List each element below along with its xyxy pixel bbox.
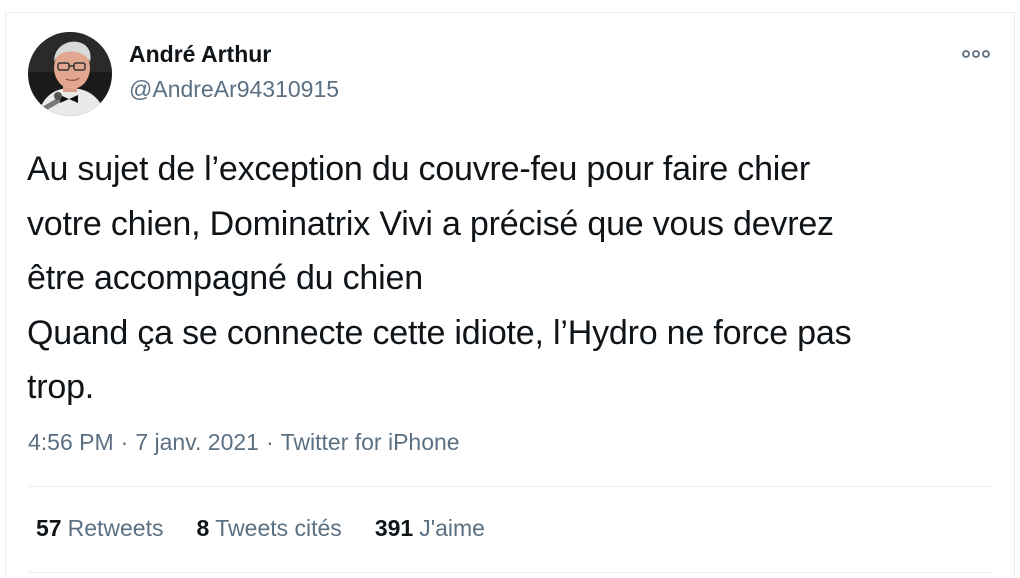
- tweet-source[interactable]: Twitter for iPhone: [281, 429, 460, 455]
- meta-separator: ·: [120, 429, 129, 455]
- tweet-text-line: trop.: [27, 368, 95, 406]
- tweet-metadata: 4:56 PM · 7 janv. 2021 · Twitter for iPhone: [28, 428, 460, 456]
- display-name[interactable]: André Arthur: [129, 40, 271, 68]
- retweets-count: 57: [36, 515, 62, 541]
- divider: [28, 572, 993, 573]
- meta-separator: ·: [265, 429, 274, 455]
- quote-tweets-label: Tweets cités: [215, 515, 342, 541]
- tweet-time[interactable]: 4:56 PM: [28, 429, 114, 455]
- tweet-text-line: Au sujet de l’exception du couvre-feu po…: [27, 150, 810, 188]
- user-handle[interactable]: @AndreAr94310915: [129, 75, 339, 103]
- likes-label: J'aime: [419, 515, 485, 541]
- divider: [28, 486, 993, 487]
- likes-count: 391: [374, 515, 414, 541]
- tweet-date[interactable]: 7 janv. 2021: [135, 429, 259, 455]
- quote-tweets-stat[interactable]: 8 Tweets cités: [196, 514, 341, 542]
- more-horizontal-icon: [962, 50, 990, 58]
- retweets-label: Retweets: [67, 515, 164, 541]
- tweet-text-line: être accompagné du chien: [27, 259, 423, 297]
- tweet-stats: 57 Retweets 8 Tweets cités 391 J'aime: [36, 514, 518, 542]
- tweet-text-line: votre chien, Dominatrix Vivi a précisé q…: [27, 204, 834, 243]
- avatar[interactable]: [28, 32, 112, 116]
- retweets-stat[interactable]: 57 Retweets: [36, 514, 163, 542]
- tweet-text-line: Quand ça se connecte cette idiote, l’Hyd…: [27, 313, 852, 352]
- tweet-text: Au sujet de l’exception du couvre-feu po…: [27, 142, 1002, 415]
- quote-tweets-count: 8: [196, 515, 210, 541]
- more-options-button[interactable]: [958, 44, 994, 64]
- likes-stat[interactable]: 391 J'aime: [375, 514, 485, 542]
